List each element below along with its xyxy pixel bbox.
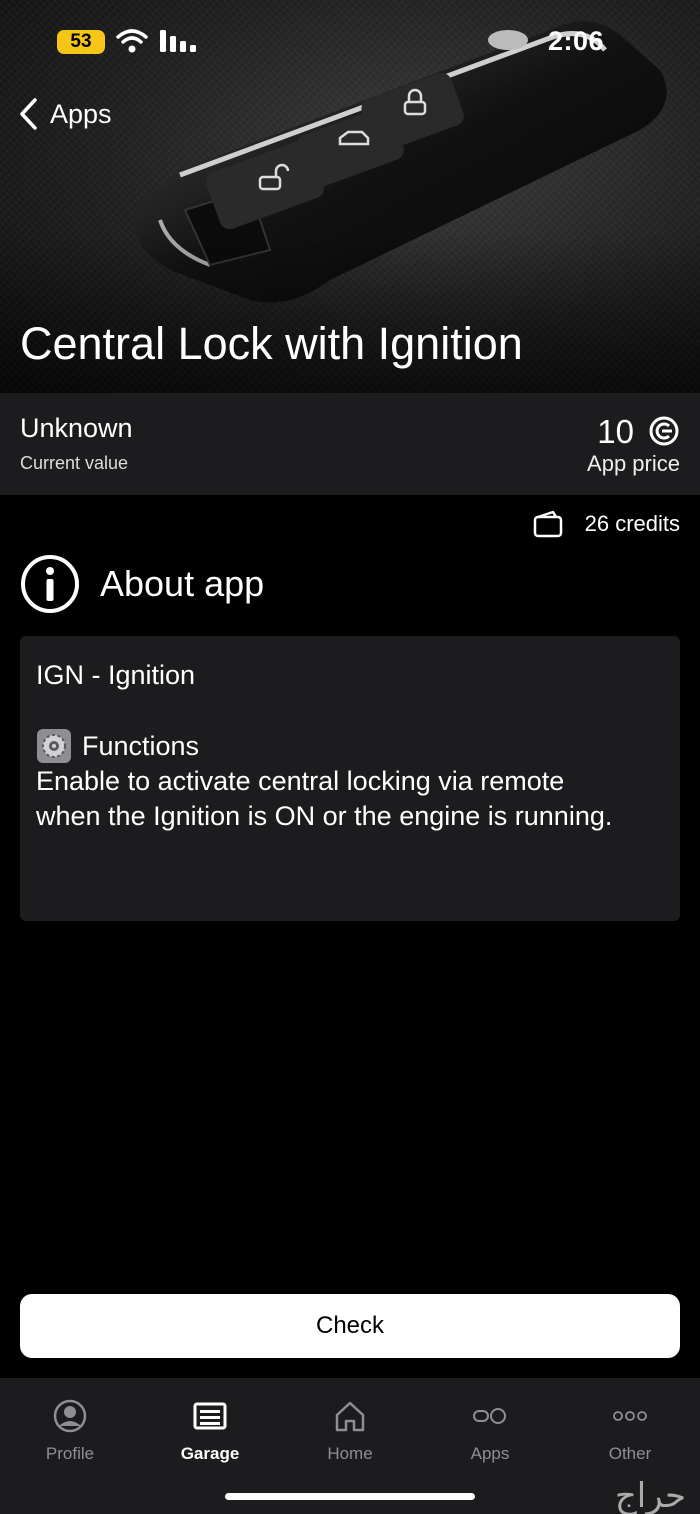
functions-row: Functions [36,728,664,764]
house-icon [335,1401,365,1432]
credit-coin-icon [649,416,679,446]
credits-balance: 26 credits [533,510,680,538]
back-label: Apps [50,98,112,129]
about-header: About app [20,554,264,614]
apps-icon [473,1408,506,1424]
current-value: Unknown [20,413,133,443]
tab-garage[interactable]: Garage [140,1396,280,1464]
signal-icon [160,30,196,52]
home-indicator[interactable] [225,1493,475,1500]
tab-other[interactable]: Other [560,1396,700,1464]
functions-label: Functions [82,730,200,761]
current-value-caption: Current value [20,453,129,473]
app-price-value: 10 [597,413,634,450]
more-icon [613,1411,647,1421]
wifi-icon [116,29,148,53]
tab-garage-label: Garage [180,1444,240,1463]
tab-other-label: Other [608,1444,652,1463]
about-description-line2: when the Ignition is ON or the engine is… [36,801,613,831]
status-bar: 53 2:06 [0,0,700,80]
battery-indicator: 53 [57,30,105,54]
tab-apps-label: Apps [470,1444,510,1463]
about-description-line1: Enable to activate central locking via r… [36,766,565,796]
info-icon [21,555,79,613]
about-ign-line: IGN - Ignition [36,660,196,690]
tab-home[interactable]: Home [280,1396,420,1464]
about-card: IGN - Ignition Functions Enable to activ… [20,636,680,921]
page-title: Central Lock with Ignition [20,318,523,369]
check-button[interactable]: Check [20,1294,680,1358]
credits-text: 26 credits [584,511,680,536]
gear-icon [37,729,71,763]
status-time: 2:06 [548,26,605,56]
back-button[interactable]: Apps [18,94,112,134]
tab-profile[interactable]: Profile [0,1396,140,1464]
chevron-left-icon [20,98,37,130]
tab-home-label: Home [327,1444,373,1463]
watermark-logo: حراج [614,1476,686,1514]
info-strip: Unknown Current value 10 App price [0,393,700,495]
wallet-icon [533,510,562,538]
about-title: About app [100,563,265,604]
person-icon [53,1399,87,1433]
app-price-caption: App price [587,451,680,476]
tab-profile-label: Profile [45,1444,95,1463]
garage-icon [193,1402,227,1430]
tab-apps[interactable]: Apps [420,1396,560,1464]
